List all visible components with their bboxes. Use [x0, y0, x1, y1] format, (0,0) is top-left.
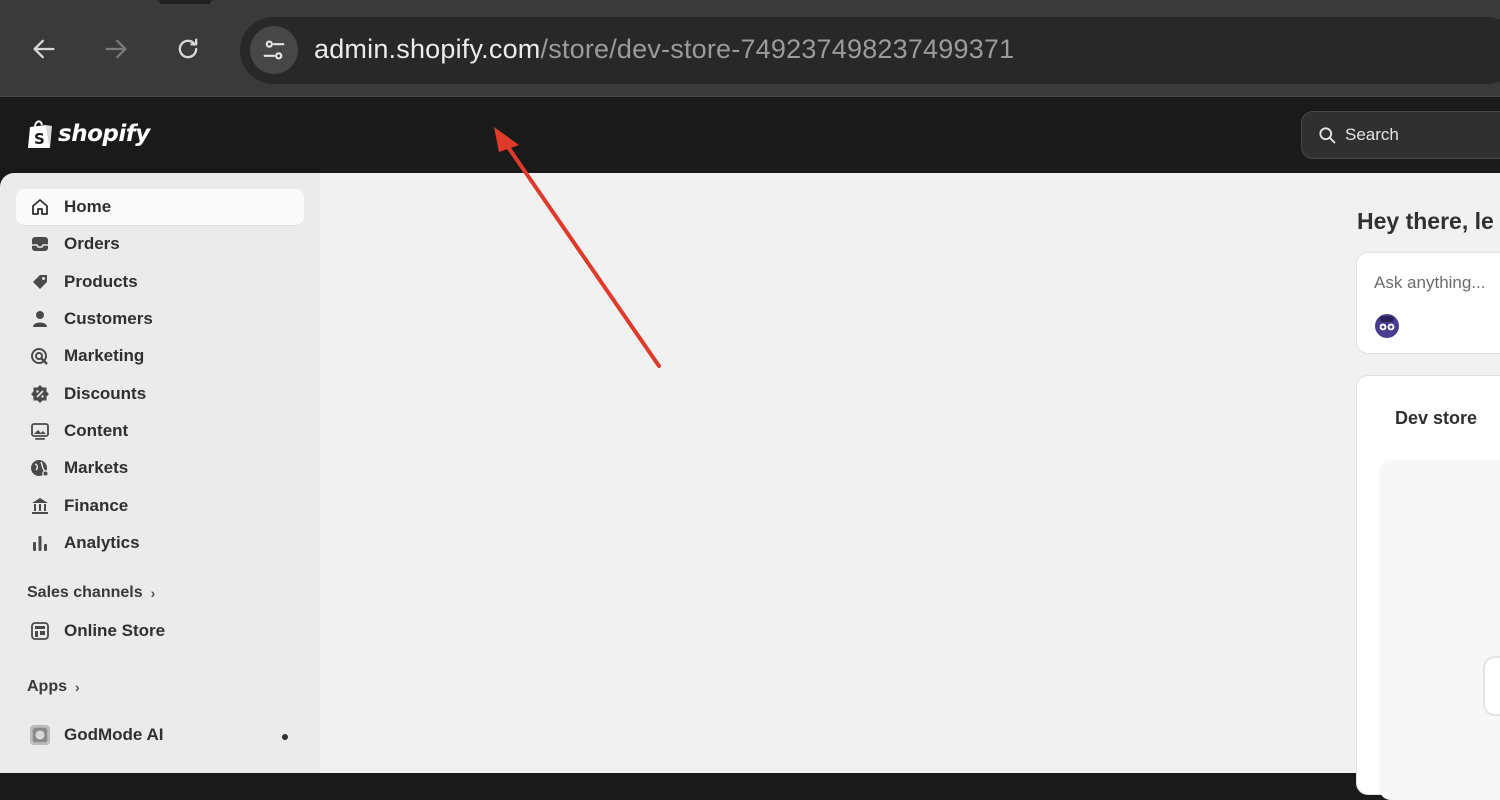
- sidebar-item-discounts[interactable]: Discounts: [16, 376, 304, 412]
- home-icon: [30, 197, 50, 217]
- shopify-bag-icon: S: [28, 120, 52, 148]
- sales-channels-header[interactable]: Sales channels ›: [27, 584, 155, 602]
- sidebar-item-label: Content: [64, 421, 129, 440]
- chevron-right-icon: ›: [75, 679, 80, 695]
- sidebar-item-home[interactable]: Home: [16, 189, 304, 225]
- chevron-right-icon: ›: [150, 585, 156, 601]
- sales-channels-label: Sales channels: [27, 584, 143, 601]
- back-button[interactable]: [21, 26, 67, 72]
- sidebar-item-content[interactable]: Content: [16, 413, 304, 449]
- store-preview-illustration: [1483, 656, 1500, 716]
- url-host: admin.shopify.com: [314, 34, 541, 64]
- notification-dot: [282, 734, 288, 740]
- ask-sidekick-card[interactable]: Ask anything...: [1356, 252, 1500, 354]
- sidebar-item-label: Finance: [64, 496, 129, 515]
- reload-icon: [178, 38, 198, 59]
- sidebar: Home Orders Products Customers Marketing…: [0, 173, 320, 773]
- sidebar-item-products[interactable]: Products: [16, 264, 304, 300]
- address-bar[interactable]: admin.shopify.com/store/dev-store-749237…: [240, 17, 1500, 84]
- logo-wordmark: shopify: [58, 121, 150, 147]
- tab-edge: [0, 0, 160, 4]
- sidebar-item-label: Discounts: [64, 384, 147, 403]
- ask-input-placeholder[interactable]: Ask anything...: [1374, 273, 1486, 293]
- sidebar-item-customers[interactable]: Customers: [16, 301, 304, 337]
- sidebar-item-marketing[interactable]: Marketing: [16, 338, 304, 374]
- sidebar-item-label: Customers: [64, 309, 153, 328]
- site-info-button[interactable]: [250, 26, 298, 74]
- arrow-left-icon: [33, 39, 55, 59]
- target-icon: [30, 346, 50, 366]
- sidebar-item-analytics[interactable]: Analytics: [16, 525, 304, 561]
- arrow-right-icon: [105, 39, 127, 59]
- sidebar-item-markets[interactable]: Markets: [16, 450, 304, 486]
- storefront-icon: [30, 621, 50, 641]
- globe-icon: [30, 458, 50, 478]
- sidebar-item-label: GodMode AI: [64, 725, 164, 744]
- browser-toolbar: admin.shopify.com/store/dev-store-749237…: [0, 0, 1500, 97]
- bar-chart-icon: [30, 533, 50, 553]
- sidebar-item-godmode-ai[interactable]: GodMode AI: [16, 717, 304, 753]
- sidebar-item-orders[interactable]: Orders: [16, 226, 304, 262]
- tab-edge: [210, 0, 1500, 4]
- sidebar-item-label: Markets: [64, 458, 129, 477]
- sidebar-item-label: Marketing: [64, 346, 145, 365]
- forward-button[interactable]: [93, 26, 139, 72]
- page-greeting: Hey there, le: [1357, 208, 1494, 234]
- sidekick-avatar-icon: [1375, 314, 1399, 338]
- reload-button[interactable]: [165, 26, 211, 72]
- tag-icon: [30, 272, 50, 292]
- search-icon: [1319, 127, 1336, 144]
- tune-icon: [263, 40, 285, 60]
- inbox-icon: [30, 234, 50, 254]
- apps-label: Apps: [27, 678, 67, 695]
- svg-text:S: S: [34, 130, 45, 148]
- dev-store-card: Dev store: [1356, 375, 1500, 800]
- apps-header[interactable]: Apps ›: [27, 678, 80, 696]
- app-logo-icon: [30, 725, 50, 745]
- sidebar-item-label: Analytics: [64, 533, 140, 552]
- main-content: [320, 173, 1500, 773]
- sidebar-item-online-store[interactable]: Online Store: [16, 613, 304, 649]
- url-path: /store/dev-store-749237498237499371: [540, 34, 1015, 64]
- sidebar-item-label: Home: [64, 197, 112, 216]
- store-card-title: Dev store: [1395, 408, 1478, 428]
- sidebar-item-finance[interactable]: Finance: [16, 488, 304, 524]
- url-text[interactable]: admin.shopify.com/store/dev-store-749237…: [314, 34, 1014, 65]
- person-icon: [30, 309, 50, 329]
- tab-strip: [0, 0, 1500, 4]
- search-bar[interactable]: Search: [1301, 111, 1500, 159]
- shopify-logo[interactable]: S shopify: [26, 118, 150, 150]
- image-icon: [30, 421, 50, 441]
- search-placeholder: Search: [1345, 125, 1399, 144]
- sidebar-item-label: Online Store: [64, 621, 166, 640]
- bank-icon: [30, 496, 50, 516]
- sidebar-item-label: Orders: [64, 234, 120, 253]
- admin-top-bar: S shopify Search: [0, 98, 1500, 173]
- sidebar-item-label: Products: [64, 272, 138, 291]
- store-preview-panel: [1379, 460, 1500, 800]
- discount-badge-icon: [30, 384, 50, 404]
